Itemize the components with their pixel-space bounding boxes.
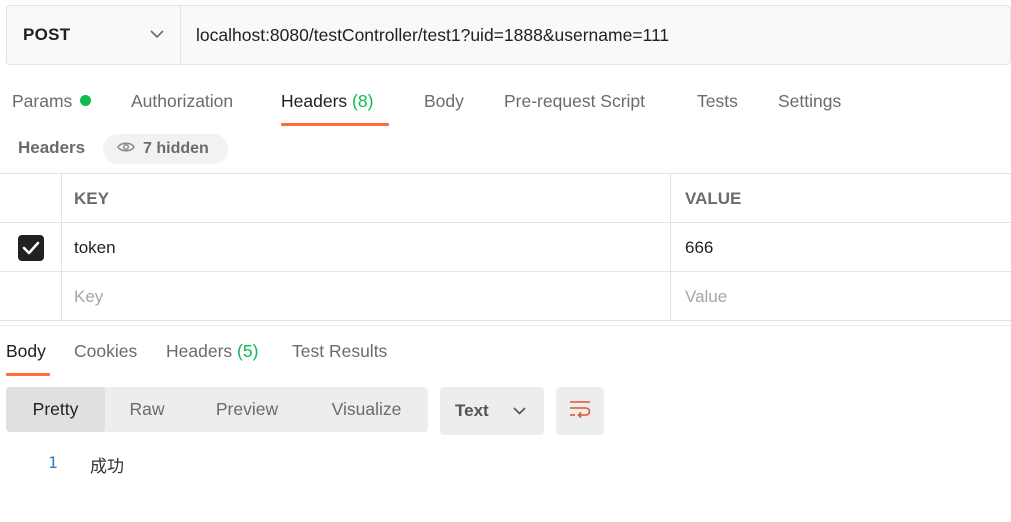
row-enabled-checkbox[interactable]: [17, 234, 44, 261]
tab-pre-request-script-label: Pre-request Script: [504, 91, 646, 111]
checkbox-column-header: [0, 174, 62, 223]
tab-pre-request-script[interactable]: Pre-request Script: [504, 88, 645, 126]
response-body-text[interactable]: 成功: [90, 452, 124, 477]
tab-tests-label: Tests: [697, 91, 738, 111]
active-tab-indicator: [281, 123, 389, 126]
response-tab-headers-label: Headers: [166, 341, 233, 361]
pane-divider[interactable]: [0, 325, 1011, 326]
response-tab-body-label: Body: [6, 341, 46, 361]
tab-body[interactable]: Body: [424, 88, 464, 126]
hidden-headers-label: 7 hidden: [143, 140, 209, 157]
key-column-header: KEY: [62, 174, 671, 223]
row-checkbox-cell: [0, 223, 62, 272]
hidden-headers-toggle[interactable]: 7 hidden: [103, 134, 228, 164]
wrap-lines-button[interactable]: [556, 387, 604, 435]
tab-headers-label: Headers: [281, 91, 348, 111]
tab-params-label: Params: [12, 91, 73, 111]
table-header-row: KEY VALUE: [0, 174, 1011, 223]
response-tab-test-results-label: Test Results: [292, 341, 388, 361]
tab-params[interactable]: Params: [12, 88, 92, 126]
header-key-cell[interactable]: token: [62, 223, 671, 272]
tab-headers-count: (8): [352, 91, 374, 111]
response-tab-headers-count: (5): [237, 341, 259, 361]
view-mode-selector: Pretty Raw Preview Visualize: [6, 387, 428, 432]
headers-table: KEY VALUE token 666 Key Value: [0, 173, 1011, 323]
response-tab-cookies-label: Cookies: [74, 341, 138, 361]
tab-authorization[interactable]: Authorization: [131, 88, 233, 126]
method-label: POST: [23, 25, 71, 44]
tab-settings-label: Settings: [778, 91, 842, 111]
chevron-down-icon: [150, 26, 164, 44]
request-url-bar: POST localhost:8080/testController/test1…: [6, 5, 1011, 65]
line-number: 1: [48, 453, 58, 472]
view-mode-preview[interactable]: Preview: [189, 387, 305, 432]
tab-body-label: Body: [424, 91, 464, 111]
format-dropdown[interactable]: Text: [440, 387, 544, 435]
chevron-down-icon: [513, 402, 526, 420]
response-tab-cookies[interactable]: Cookies: [74, 338, 137, 376]
tab-tests[interactable]: Tests: [697, 88, 738, 126]
response-active-tab-indicator: [6, 373, 50, 376]
table-row: token 666: [0, 223, 1011, 272]
new-row-checkbox-cell: [0, 272, 62, 321]
view-mode-visualize[interactable]: Visualize: [305, 387, 428, 432]
method-dropdown[interactable]: POST: [7, 6, 181, 64]
value-column-header: VALUE: [685, 188, 742, 208]
format-label: Text: [455, 401, 489, 420]
header-value-cell[interactable]: 666: [671, 223, 1011, 272]
response-tab-body[interactable]: Body: [6, 338, 50, 376]
eye-icon: [117, 140, 135, 158]
tab-authorization-label: Authorization: [131, 91, 234, 111]
tab-headers[interactable]: Headers (8): [281, 88, 389, 126]
table-new-row: Key Value: [0, 272, 1011, 321]
response-tab-headers[interactable]: Headers (5): [166, 338, 258, 376]
check-icon: [22, 241, 39, 254]
new-value-input[interactable]: Value: [671, 272, 1011, 321]
view-mode-pretty[interactable]: Pretty: [6, 387, 105, 432]
view-mode-raw[interactable]: Raw: [105, 387, 189, 432]
tab-settings[interactable]: Settings: [778, 88, 841, 126]
headers-section-title: Headers: [18, 138, 86, 157]
params-indicator-icon: [80, 95, 92, 106]
request-tabs: Params Authorization Headers (8) Body Pr…: [0, 88, 1011, 126]
response-tabs: Body Cookies Headers (5) Test Results: [0, 338, 1011, 376]
url-input[interactable]: localhost:8080/testController/test1?uid=…: [181, 6, 1010, 64]
response-tab-test-results[interactable]: Test Results: [292, 338, 387, 376]
wrap-lines-icon: [568, 399, 592, 424]
new-key-input[interactable]: Key: [62, 272, 671, 321]
